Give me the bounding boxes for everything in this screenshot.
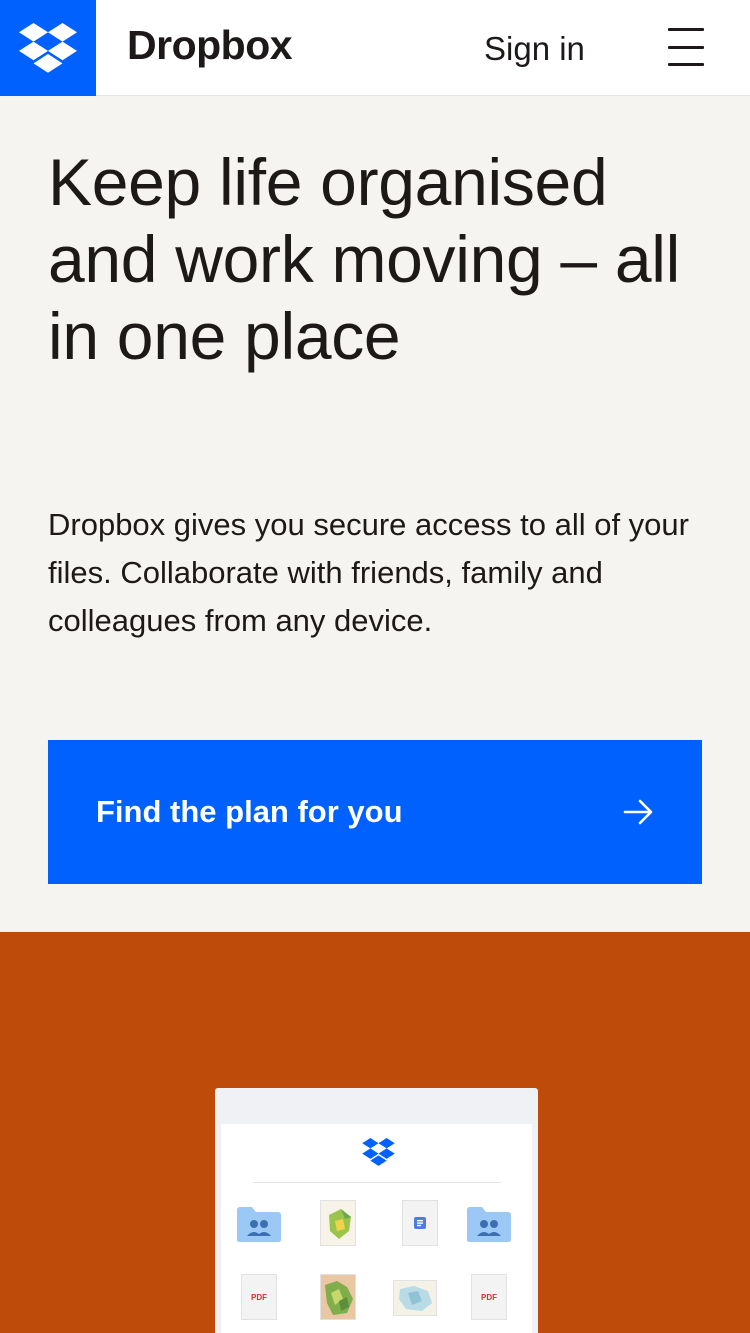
- map-thumbnail: [393, 1280, 437, 1316]
- shared-folder-icon: [237, 1207, 281, 1242]
- app-preview-window: PDF PDF: [221, 1124, 532, 1333]
- arrow-right-icon: [623, 799, 653, 825]
- hamburger-menu-icon[interactable]: [668, 28, 704, 66]
- sign-in-link[interactable]: Sign in: [484, 30, 585, 68]
- find-plan-label: Find the plan for you: [96, 794, 403, 829]
- site-header: Dropbox Sign in: [0, 0, 750, 96]
- map-thumbnail: [320, 1274, 356, 1320]
- dropbox-logo-icon: [362, 1138, 395, 1166]
- hero-description: Dropbox gives you secure access to all o…: [48, 507, 689, 638]
- menu-bar: [668, 63, 704, 66]
- menu-bar: [668, 28, 704, 31]
- document-icon: [402, 1200, 438, 1246]
- dropbox-logo-icon[interactable]: [0, 0, 96, 96]
- divider: [253, 1182, 501, 1183]
- pdf-icon: PDF: [241, 1274, 277, 1320]
- hero-title: Keep life organised and work moving – al…: [48, 145, 681, 373]
- map-thumbnail: [320, 1200, 356, 1246]
- shared-folder-icon: [467, 1207, 511, 1242]
- pdf-icon: PDF: [471, 1274, 507, 1320]
- find-plan-button[interactable]: Find the plan for you: [48, 740, 702, 884]
- menu-bar: [668, 45, 704, 49]
- brand-name: Dropbox: [127, 22, 293, 68]
- app-preview: PDF PDF: [215, 1088, 538, 1333]
